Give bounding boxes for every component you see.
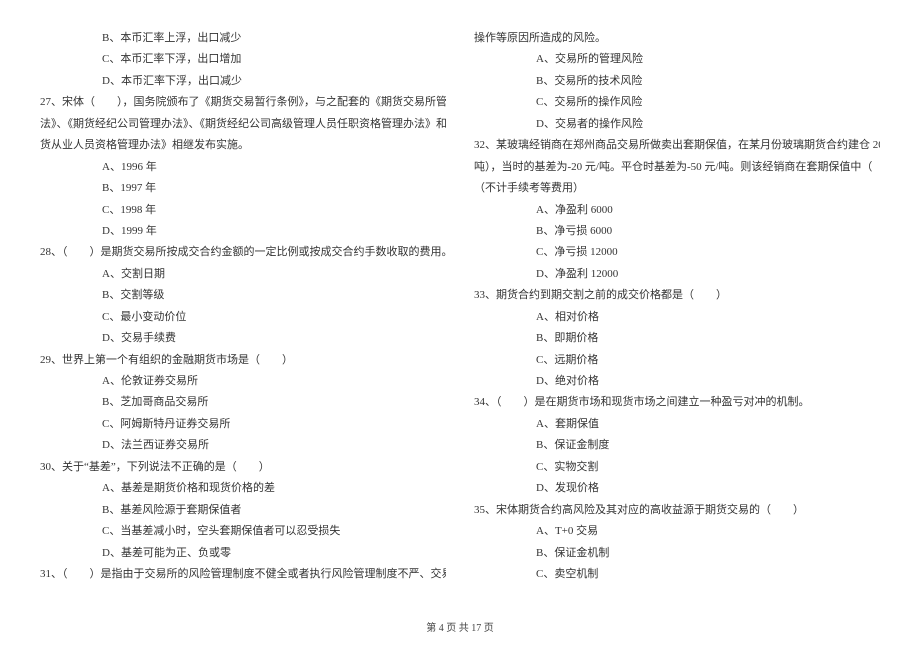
q32-stem-line2: 吨），当时的基差为-20 元/吨。平仓时基差为-50 元/吨。则该经销商在套期保… [474,157,880,178]
q29-option-b: B、芝加哥商品交易所 [40,392,446,413]
q28-stem: 28、（ ）是期货交易所按成交合约金额的一定比例或按成交合约手数收取的费用。 [40,242,446,263]
q35-option-c: C、卖空机制 [474,564,880,585]
q32-stem-line3: （不计手续考等费用） [474,178,880,199]
q34-option-b: B、保证金制度 [474,435,880,456]
q30-option-c: C、当基差减小时，空头套期保值者可以忍受损失 [40,521,446,542]
q33-option-c: C、远期价格 [474,350,880,371]
q27-stem-line1: 27、宋体（ ），国务院颁布了《期货交易暂行条例》，与之配套的《期货交易所管理办 [40,92,446,113]
q26-option-b: B、本币汇率上浮，出口减少 [40,28,446,49]
q28-option-c: C、最小变动价位 [40,307,446,328]
q29-option-c: C、阿姆斯特丹证券交易所 [40,414,446,435]
q33-stem: 33、期货合约到期交割之前的成交价格都是（ ） [474,285,880,306]
q33-option-b: B、即期价格 [474,328,880,349]
q26-option-d: D、本币汇率下浮，出口减少 [40,71,446,92]
q32-option-a: A、净盈利 6000 [474,200,880,221]
q30-option-b: B、基差风险源于套期保值者 [40,500,446,521]
q32-option-c: C、净亏损 12000 [474,242,880,263]
q29-option-d: D、法兰西证券交易所 [40,435,446,456]
q34-option-c: C、实物交割 [474,457,880,478]
q31-option-b: B、交易所的技术风险 [474,71,880,92]
q34-option-d: D、发现价格 [474,478,880,499]
q29-stem: 29、世界上第一个有组织的金融期货市场是（ ） [40,350,446,371]
q28-option-a: A、交割日期 [40,264,446,285]
q27-option-c: C、1998 年 [40,200,446,221]
q27-option-a: A、1996 年 [40,157,446,178]
q26-option-c: C、本币汇率下浮，出口增加 [40,49,446,70]
q33-option-d: D、绝对价格 [474,371,880,392]
page-footer: 第 4 页 共 17 页 [0,619,920,639]
q32-stem-line1: 32、某玻璃经销商在郑州商品交易所做卖出套期保值，在某月份玻璃期货合约建仓 20… [474,135,880,156]
q27-stem-line3: 货从业人员资格管理办法》相继发布实施。 [40,135,446,156]
q27-option-b: B、1997 年 [40,178,446,199]
q32-option-b: B、净亏损 6000 [474,221,880,242]
q35-stem: 35、宋体期货合约高风险及其对应的高收益源于期货交易的（ ） [474,500,880,521]
q30-stem: 30、关于“基差”，下列说法不正确的是（ ） [40,457,446,478]
q31-option-c: C、交易所的操作风险 [474,92,880,113]
q31-option-d: D、交易者的操作风险 [474,114,880,135]
q29-option-a: A、伦敦证券交易所 [40,371,446,392]
document-body: B、本币汇率上浮，出口减少 C、本币汇率下浮，出口增加 D、本币汇率下浮，出口减… [40,28,880,588]
q35-option-b: B、保证金机制 [474,543,880,564]
q31-stem-cont: 操作等原因所造成的风险。 [474,28,880,49]
q28-option-b: B、交割等级 [40,285,446,306]
q31-option-a: A、交易所的管理风险 [474,49,880,70]
q30-option-d: D、基差可能为正、负或零 [40,543,446,564]
q27-stem-line2: 法》、《期货经纪公司管理办法》、《期货经纪公司高级管理人员任职资格管理办法》和《… [40,114,446,135]
q32-option-d: D、净盈利 12000 [474,264,880,285]
q33-option-a: A、相对价格 [474,307,880,328]
q27-option-d: D、1999 年 [40,221,446,242]
q35-option-a: A、T+0 交易 [474,521,880,542]
q34-option-a: A、套期保值 [474,414,880,435]
q28-option-d: D、交易手续费 [40,328,446,349]
q30-option-a: A、基差是期货价格和现货价格的差 [40,478,446,499]
q31-stem: 31、（ ）是指由于交易所的风险管理制度不健全或者执行风险管理制度不严、交易者违… [40,564,446,585]
q34-stem: 34、（ ）是在期货市场和现货市场之间建立一种盈亏对冲的机制。 [474,392,880,413]
